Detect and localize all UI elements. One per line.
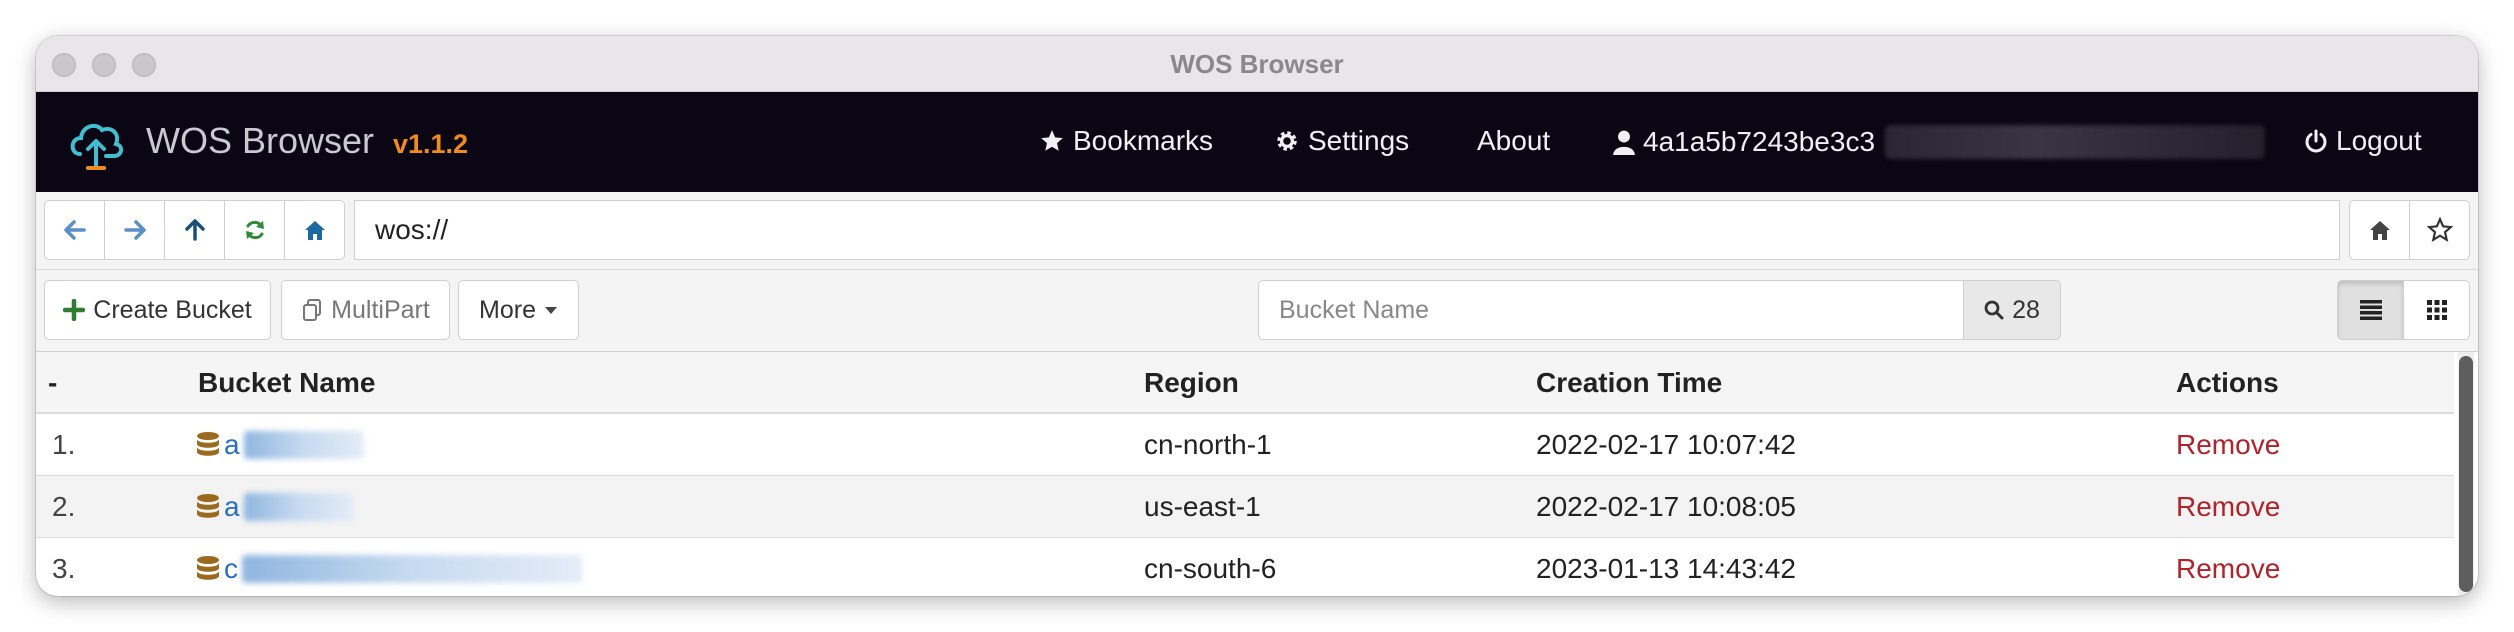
- bookmarks-link[interactable]: Bookmarks: [1039, 125, 1213, 157]
- user-id: 4a1a5b7243be3c3: [1643, 126, 1876, 157]
- plus-icon: [63, 299, 86, 321]
- creation-time-cell: 2022-02-17 10:08:05: [1536, 491, 1796, 522]
- bucket-name-link[interactable]: c: [224, 538, 238, 596]
- settings-label: Settings: [1308, 125, 1410, 156]
- list-icon: [2359, 300, 2382, 320]
- title-bar: WOS Browser: [36, 36, 2478, 92]
- header-actions: Actions: [2176, 367, 2279, 398]
- table-row[interactable]: 2. a us-east-1 2022-02-17 10:08:05 Remov…: [36, 476, 2454, 538]
- remove-button[interactable]: Remove: [2176, 538, 2280, 596]
- list-view-button[interactable]: [2337, 280, 2404, 340]
- about-label: About: [1477, 125, 1551, 156]
- redacted-user-id: [1885, 125, 2266, 159]
- bucket-name-cell[interactable]: a: [196, 476, 354, 538]
- app-window: WOS Browser WOS Browser v1.1.2 Bookmarks…: [36, 36, 2478, 596]
- search-button[interactable]: 28: [1963, 280, 2061, 340]
- refresh-button[interactable]: [224, 200, 285, 260]
- region-cell: cn-south-6: [1144, 553, 1277, 584]
- database-icon: [197, 556, 219, 580]
- address-actions: [2349, 200, 2470, 260]
- cloud-upload-icon: [70, 123, 123, 170]
- arrow-left-icon: [63, 220, 86, 240]
- create-bucket-label: Create Bucket: [93, 295, 252, 324]
- view-toggle: [2337, 280, 2470, 340]
- header-index: -: [48, 367, 58, 398]
- address-bar: [36, 192, 2478, 270]
- bucket-name-link[interactable]: a: [224, 476, 240, 538]
- address-input[interactable]: [354, 200, 2340, 260]
- table-row[interactable]: 1. a cn-north-1 2022-02-17 10:07:42 Remo…: [36, 414, 2454, 476]
- up-button[interactable]: [164, 200, 225, 260]
- redacted-bucket-name: [242, 555, 582, 583]
- version-label: v1.1.2: [393, 129, 469, 159]
- region-cell: cn-north-1: [1144, 429, 1272, 460]
- remove-button[interactable]: Remove: [2176, 414, 2280, 476]
- home-icon: [2369, 221, 2390, 240]
- arrow-up-icon: [184, 219, 205, 241]
- star-outline-icon: [2426, 217, 2453, 242]
- user-menu[interactable]: 4a1a5b7243be3c3: [1613, 125, 2266, 159]
- row-index: 1.: [52, 429, 76, 460]
- home-button[interactable]: [284, 200, 345, 260]
- top-navbar: WOS Browser v1.1.2 Bookmarks Settings Ab…: [36, 92, 2478, 192]
- multipart-label: MultiPart: [331, 295, 430, 324]
- region-cell: us-east-1: [1144, 491, 1261, 522]
- bucket-count: 28: [2012, 295, 2040, 324]
- window-title: WOS Browser: [1170, 49, 1344, 79]
- logout-label: Logout: [2336, 125, 2422, 156]
- table-row[interactable]: 3. c cn-south-6 2023-01-13 14:43:42 Remo…: [36, 538, 2454, 596]
- arrow-right-icon: [123, 220, 146, 240]
- star-icon: [1041, 130, 1063, 151]
- bookmark-button[interactable]: [2409, 200, 2470, 260]
- more-label: More: [479, 295, 536, 324]
- grid-icon: [2426, 300, 2447, 320]
- row-index: 2.: [52, 491, 76, 522]
- gear-icon: [1277, 131, 1297, 151]
- table-header: - Bucket Name Region Creation Time Actio…: [36, 352, 2454, 414]
- user-icon: [1613, 130, 1635, 155]
- bucket-search-input[interactable]: [1258, 280, 1964, 340]
- header-creation-time[interactable]: Creation Time: [1536, 352, 1722, 414]
- caret-down-icon: [544, 307, 557, 314]
- redacted-bucket-name: [243, 431, 364, 459]
- settings-link[interactable]: Settings: [1274, 125, 1409, 157]
- forward-button[interactable]: [104, 200, 165, 260]
- create-bucket-button[interactable]: Create Bucket: [44, 280, 271, 340]
- multipart-button[interactable]: MultiPart: [281, 280, 450, 340]
- set-home-button[interactable]: [2349, 200, 2410, 260]
- brand-name[interactable]: WOS Browser: [146, 120, 374, 162]
- bucket-name-cell[interactable]: c: [196, 538, 582, 596]
- home-icon: [304, 221, 325, 240]
- power-icon: [2305, 129, 2327, 153]
- header-bucket-name[interactable]: Bucket Name: [198, 352, 375, 414]
- more-dropdown[interactable]: More: [458, 280, 579, 340]
- about-link[interactable]: About: [1477, 125, 1550, 157]
- copy-icon: [303, 299, 322, 321]
- database-icon: [197, 494, 219, 518]
- bucket-name-cell[interactable]: a: [196, 414, 364, 476]
- row-index: 3.: [52, 553, 76, 584]
- bucket-table: - Bucket Name Region Creation Time Actio…: [36, 352, 2478, 596]
- navigation-buttons: [44, 200, 345, 260]
- bucket-name-link[interactable]: a: [224, 414, 240, 476]
- refresh-icon: [245, 220, 264, 240]
- redacted-bucket-name: [243, 493, 354, 521]
- bookmarks-label: Bookmarks: [1073, 125, 1214, 156]
- database-icon: [197, 432, 219, 456]
- creation-time-cell: 2023-01-13 14:43:42: [1536, 553, 1796, 584]
- header-region[interactable]: Region: [1144, 352, 1239, 414]
- back-button[interactable]: [44, 200, 105, 260]
- grid-view-button[interactable]: [2403, 280, 2470, 340]
- bucket-toolbar: Create Bucket MultiPart More 28: [36, 270, 2478, 352]
- remove-button[interactable]: Remove: [2176, 476, 2280, 538]
- logout-link[interactable]: Logout: [2304, 125, 2422, 157]
- search-icon: [1984, 300, 2004, 320]
- table-scrollbar-thumb[interactable]: [2459, 356, 2473, 592]
- creation-time-cell: 2022-02-17 10:07:42: [1536, 429, 1796, 460]
